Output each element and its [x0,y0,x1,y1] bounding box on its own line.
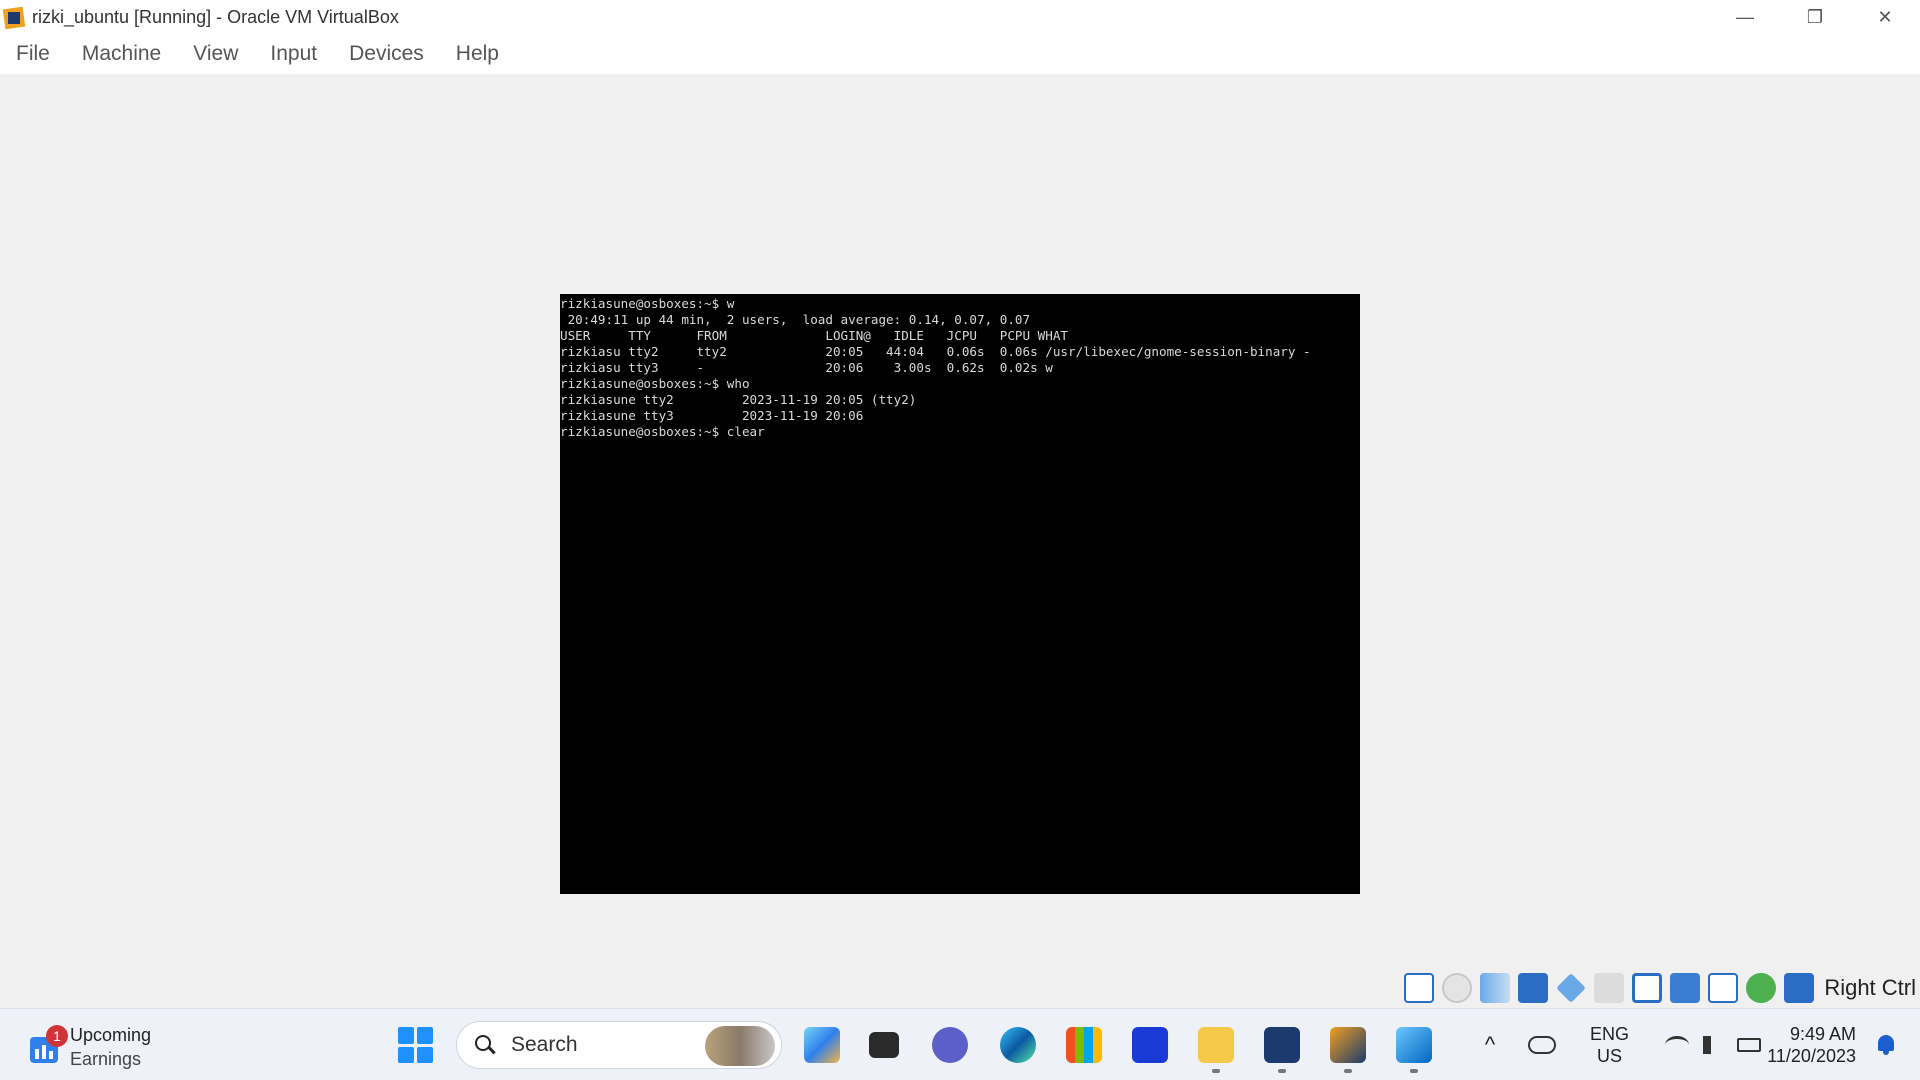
clock[interactable]: 9:49 AM 11/20/2023 [1767,1023,1856,1067]
stock-chart-icon: 1 [28,1025,68,1063]
terminal-line: USER TTY FROM LOGIN@ IDLE JCPU PCPU WHAT [560,328,1068,343]
virtualbox-vm-icon[interactable] [1326,1023,1370,1073]
photos-icon[interactable] [1392,1023,1436,1073]
search-icon [473,1033,497,1057]
battery-icon[interactable] [1737,1038,1762,1052]
task-view-icon[interactable] [862,1023,906,1067]
search-placeholder: Search [511,1033,578,1056]
widget-title: Upcoming [70,1025,152,1045]
host-key-label[interactable]: Right Ctrl [1824,975,1916,1001]
widget-subtitle: Earnings [70,1049,142,1069]
terminal-line: 20:49:11 up 44 min, 2 users, load averag… [560,312,1031,327]
terminal-line: rizkiasune tty3 2023-11-19 20:06 [560,408,864,423]
vm-display-area[interactable]: rizkiasune@osboxes:~$ w 20:49:11 up 44 m… [0,74,1920,1006]
terminal-line: rizkiasune@osboxes:~$ who [560,376,750,391]
menu-help[interactable]: Help [456,42,499,66]
guest-terminal[interactable]: rizkiasune@osboxes:~$ w 20:49:11 up 44 m… [560,294,1360,894]
window-title: rizki_ubuntu [Running] - Oracle VM Virtu… [32,6,399,27]
language-code: ENG [1590,1024,1630,1044]
volume-icon[interactable] [1703,1036,1725,1054]
start-button[interactable] [398,1027,434,1063]
optical-drive-icon[interactable] [1442,973,1473,1003]
close-button[interactable]: ✕ [1850,0,1920,34]
taskbar: 1 Upcoming Earnings Search ^ ENG US 9:49… [0,1008,1920,1080]
terminal-line: rizkiasune@osboxes:~$ w [560,296,735,311]
menu-view[interactable]: View [193,42,238,66]
recording-icon[interactable] [1670,973,1701,1003]
terminal-line: rizkiasune@osboxes:~$ clear [560,424,765,439]
wifi-icon[interactable] [1665,1036,1690,1054]
search-highlight-image [705,1026,775,1066]
notification-badge: 1 [46,1025,68,1047]
edge-icon[interactable] [996,1023,1040,1067]
notification-bell-icon[interactable] [1874,1033,1898,1057]
store-icon[interactable] [1062,1023,1106,1067]
region-code: US [1597,1046,1623,1066]
taskbar-search[interactable]: Search [456,1021,782,1069]
terminal-line: rizkiasu tty2 tty2 20:05 44:04 0.06s 0.0… [560,344,1311,359]
audio-icon[interactable] [1480,973,1511,1003]
usb-icon[interactable] [1556,973,1587,1003]
system-tray: ^ ENG US [1476,1009,1762,1080]
hard-disk-icon[interactable] [1404,973,1435,1003]
virtualbox-icon[interactable] [1260,1023,1304,1073]
teams-chat-icon[interactable] [928,1023,972,1067]
guest-additions-icon[interactable] [1784,973,1815,1003]
virtualbox-app-icon [2,4,28,30]
minimize-button[interactable]: — [1710,0,1780,34]
clock-date: 11/20/2023 [1767,1046,1856,1066]
network-icon[interactable] [1518,973,1549,1003]
file-explorer-icon[interactable] [1194,1023,1238,1073]
title-bar: rizki_ubuntu [Running] - Oracle VM Virtu… [0,0,1920,34]
ai-app-icon[interactable] [1128,1023,1172,1067]
onedrive-icon[interactable] [1528,1036,1556,1054]
shared-folders-icon[interactable] [1594,973,1625,1003]
menu-input[interactable]: Input [270,42,317,66]
mouse-integration-icon[interactable] [1746,973,1777,1003]
terminal-line: rizkiasu tty3 - 20:06 3.00s 0.62s 0.02s … [560,360,1053,375]
clock-time: 9:49 AM [1789,1024,1856,1044]
vm-status-bar: Right Ctrl [1404,968,1920,1008]
menu-bar: File Machine View Input Devices Help [0,34,1920,74]
menu-devices[interactable]: Devices [349,42,424,66]
show-hidden-icons-chevron[interactable]: ^ [1476,1034,1504,1056]
menu-machine[interactable]: Machine [82,42,161,66]
vt-x-icon[interactable] [1708,973,1739,1003]
window-controls: — ❐ ✕ [1710,0,1920,34]
language-indicator[interactable]: ENG US [1590,1023,1629,1067]
widgets-button[interactable]: 1 Upcoming Earnings [28,1023,151,1071]
terminal-line: rizkiasune tty2 2023-11-19 20:05 (tty2) [560,392,917,407]
menu-file[interactable]: File [16,42,50,66]
display-icon[interactable] [1632,973,1663,1003]
restore-button[interactable]: ❐ [1780,0,1850,34]
copilot-icon[interactable] [800,1023,844,1067]
